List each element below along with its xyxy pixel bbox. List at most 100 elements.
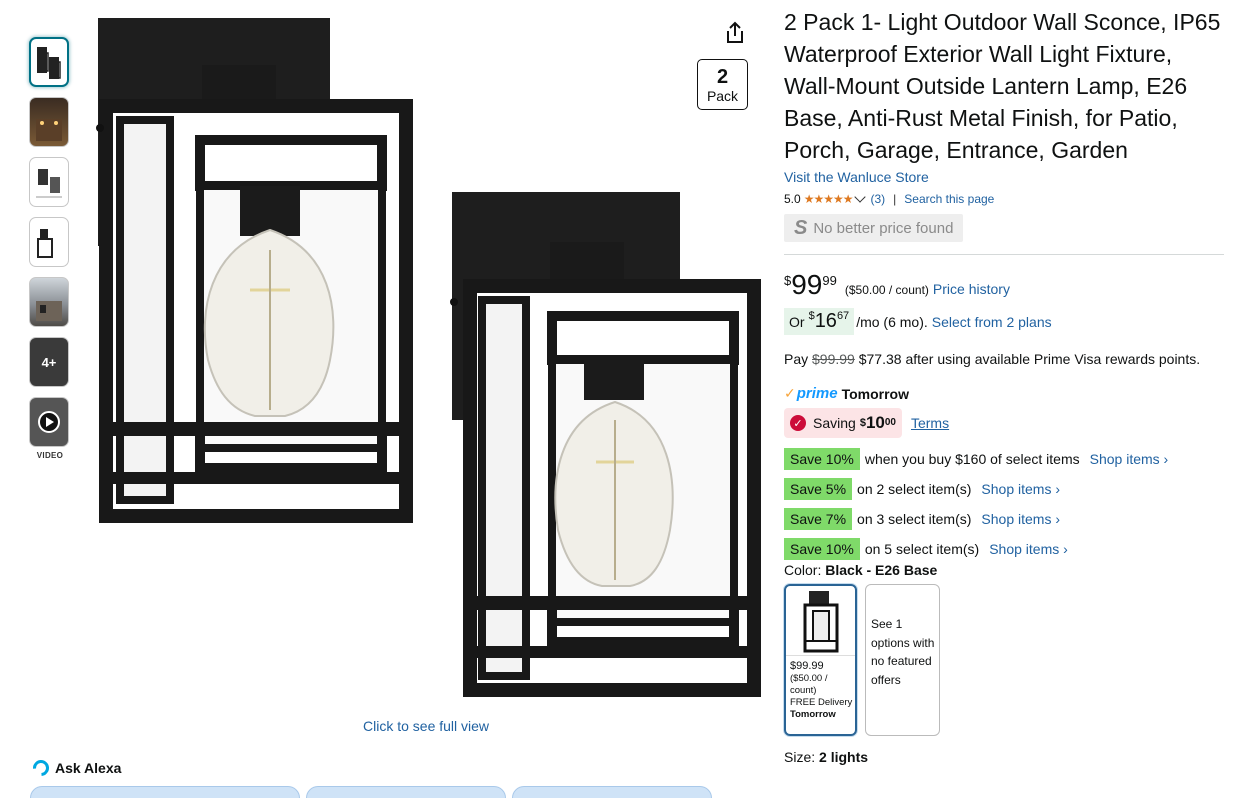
price-whole: 99: [791, 269, 823, 300]
saving-row: ✓ Saving $ 10 00 Terms: [784, 408, 1224, 438]
house-thumbnail-image: [36, 301, 62, 321]
product-details: 2 Pack 1- Light Outdoor Wall Sconce, IP6…: [784, 6, 1224, 765]
monthly-or: Or: [789, 314, 805, 330]
product-title: 2 Pack 1- Light Outdoor Wall Sconce, IP6…: [784, 9, 1221, 163]
star-rating-icon[interactable]: ★★★★★: [804, 192, 854, 206]
thumbnail-video[interactable]: [29, 397, 69, 447]
no-better-price-badge[interactable]: S No better price found: [784, 214, 964, 242]
alexa-suggestion-pill[interactable]: [30, 786, 300, 798]
thumbnail-2[interactable]: [29, 97, 69, 147]
price-row: $ 99 99 ($50.00 / count) Price history: [784, 271, 1224, 299]
promotion-tag: Save 10%: [784, 538, 860, 560]
monthly-payment-row: Or $ 16 67 /mo (6 mo). Select from 2 pla…: [784, 308, 1224, 335]
more-thumbnails-label: 4+: [41, 354, 57, 370]
promotion-tag: Save 10%: [784, 448, 860, 470]
pack-label: Pack: [706, 88, 739, 104]
review-count-link[interactable]: (3): [870, 192, 885, 206]
thumbnail-5[interactable]: [29, 277, 69, 327]
play-icon: [38, 411, 60, 433]
lantern-swatch-image: [803, 590, 838, 652]
alexa-suggestions: [30, 786, 712, 798]
swatch-other-options[interactable]: See 1 options with no featured offers: [865, 584, 940, 736]
alexa-icon: [29, 756, 53, 780]
select-plans-link[interactable]: Select from 2 plans: [932, 314, 1052, 330]
prime-check-icon: ✓: [784, 385, 796, 401]
price-tracker-icon: S: [794, 216, 808, 239]
promotion-text: on 5 select item(s): [864, 541, 980, 557]
separator: |: [893, 192, 897, 206]
size-selector-label: Size: 2 lights: [784, 749, 1224, 765]
color-value: Black - E26 Base: [825, 562, 938, 578]
prime-delivery-row: ✓ prime Tomorrow: [784, 385, 1224, 402]
shop-items-link[interactable]: Shop items ›: [1090, 451, 1169, 467]
promotions-list: Save 10% when you buy $160 of select ite…: [784, 448, 1224, 560]
promotion-row: Save 5% on 2 select item(s) Shop items ›: [784, 478, 1224, 500]
thumbnail-3[interactable]: [29, 157, 69, 207]
pay-new-price: $77.38: [858, 351, 902, 367]
chevron-down-icon[interactable]: [854, 191, 867, 203]
thumbnail-4[interactable]: [29, 217, 69, 267]
swatch-unit-price: ($50.00 / count): [790, 673, 828, 696]
monthly-whole: 16: [814, 310, 837, 332]
size-value: 2 lights: [819, 749, 869, 765]
promotion-tag: Save 7%: [784, 508, 853, 530]
promotion-text: on 2 select item(s): [857, 481, 972, 497]
terms-link[interactable]: Terms: [911, 415, 949, 431]
alexa-suggestion-pill[interactable]: [512, 786, 712, 798]
price-fraction: 99: [822, 273, 837, 288]
rating-row: 5.0 ★★★★★ (3) | Search this page: [784, 190, 1224, 208]
swatch-other-text: See 1 options with no featured offers: [871, 617, 935, 687]
divider: [784, 254, 1224, 255]
monthly-suffix: /mo (6 mo).: [856, 313, 928, 330]
swatch-delivery-day: Tomorrow: [790, 709, 836, 720]
saving-fraction: 00: [884, 417, 896, 428]
video-label: VIDEO: [36, 451, 64, 460]
pack-badge: 2 Pack: [697, 59, 748, 110]
swatch-delivery: FREE Delivery: [790, 697, 853, 708]
price-currency: $: [784, 273, 792, 288]
search-page-link[interactable]: Search this page: [904, 192, 994, 206]
thumbnail-1[interactable]: [29, 37, 69, 87]
thumbnail-strip: 4+ VIDEO: [29, 37, 71, 460]
swatch-image: [786, 586, 855, 656]
size-label: Size:: [784, 749, 816, 765]
saving-whole: 10: [865, 413, 885, 432]
color-label: Color:: [784, 562, 822, 578]
promotion-row: Save 10% on 5 select item(s) Shop items …: [784, 538, 1224, 560]
rating-value: 5.0: [784, 192, 801, 206]
delivery-day: Tomorrow: [841, 385, 909, 402]
promotion-text: on 3 select item(s): [857, 511, 972, 527]
pay-suffix: after using available Prime Visa rewards…: [905, 351, 1201, 367]
color-selector-label: Color: Black - E26 Base: [784, 562, 1224, 578]
ask-alexa-label: Ask Alexa: [55, 760, 122, 776]
shop-items-link[interactable]: Shop items ›: [981, 511, 1060, 527]
house-night-thumbnail-image: [36, 119, 62, 141]
thumbnail-more[interactable]: 4+: [29, 337, 69, 387]
promotion-tag: Save 5%: [784, 478, 853, 500]
saving-badge: ✓ Saving $ 10 00: [784, 408, 902, 438]
main-product-image[interactable]: [90, 10, 770, 710]
store-link[interactable]: Visit the Wanluce Store: [784, 168, 1224, 186]
shop-items-link[interactable]: Shop items ›: [981, 481, 1060, 497]
pay-old-price: $99.99: [812, 351, 855, 367]
pack-count: 2: [716, 66, 729, 88]
lantern-right: [450, 192, 761, 697]
no-better-price-text: No better price found: [813, 219, 954, 237]
price-history-link[interactable]: Price history: [933, 281, 1010, 297]
promotion-text: when you buy $160 of select items: [864, 451, 1080, 467]
pay-prefix: Pay: [784, 351, 809, 367]
full-view-link[interactable]: Click to see full view: [363, 718, 489, 734]
dimension-thumbnail-image: [37, 229, 53, 258]
share-icon[interactable]: [722, 20, 748, 46]
swatch-price: $99.99: [790, 660, 824, 672]
ask-alexa[interactable]: Ask Alexa: [29, 756, 122, 780]
price-per-unit: ($50.00 / count): [844, 283, 929, 297]
promotion-row: Save 7% on 3 select item(s) Shop items ›: [784, 508, 1224, 530]
alexa-suggestion-pill[interactable]: [306, 786, 506, 798]
prime-visa-row: Pay $99.99 $77.38 after using available …: [784, 351, 1224, 367]
color-swatches: $99.99 ($50.00 / count) FREE Delivery To…: [784, 584, 1224, 736]
swatch-black-e26[interactable]: $99.99 ($50.00 / count) FREE Delivery To…: [784, 584, 857, 736]
shop-items-link[interactable]: Shop items ›: [989, 541, 1068, 557]
prime-logo: prime: [796, 385, 838, 402]
check-circle-icon: ✓: [790, 415, 806, 431]
